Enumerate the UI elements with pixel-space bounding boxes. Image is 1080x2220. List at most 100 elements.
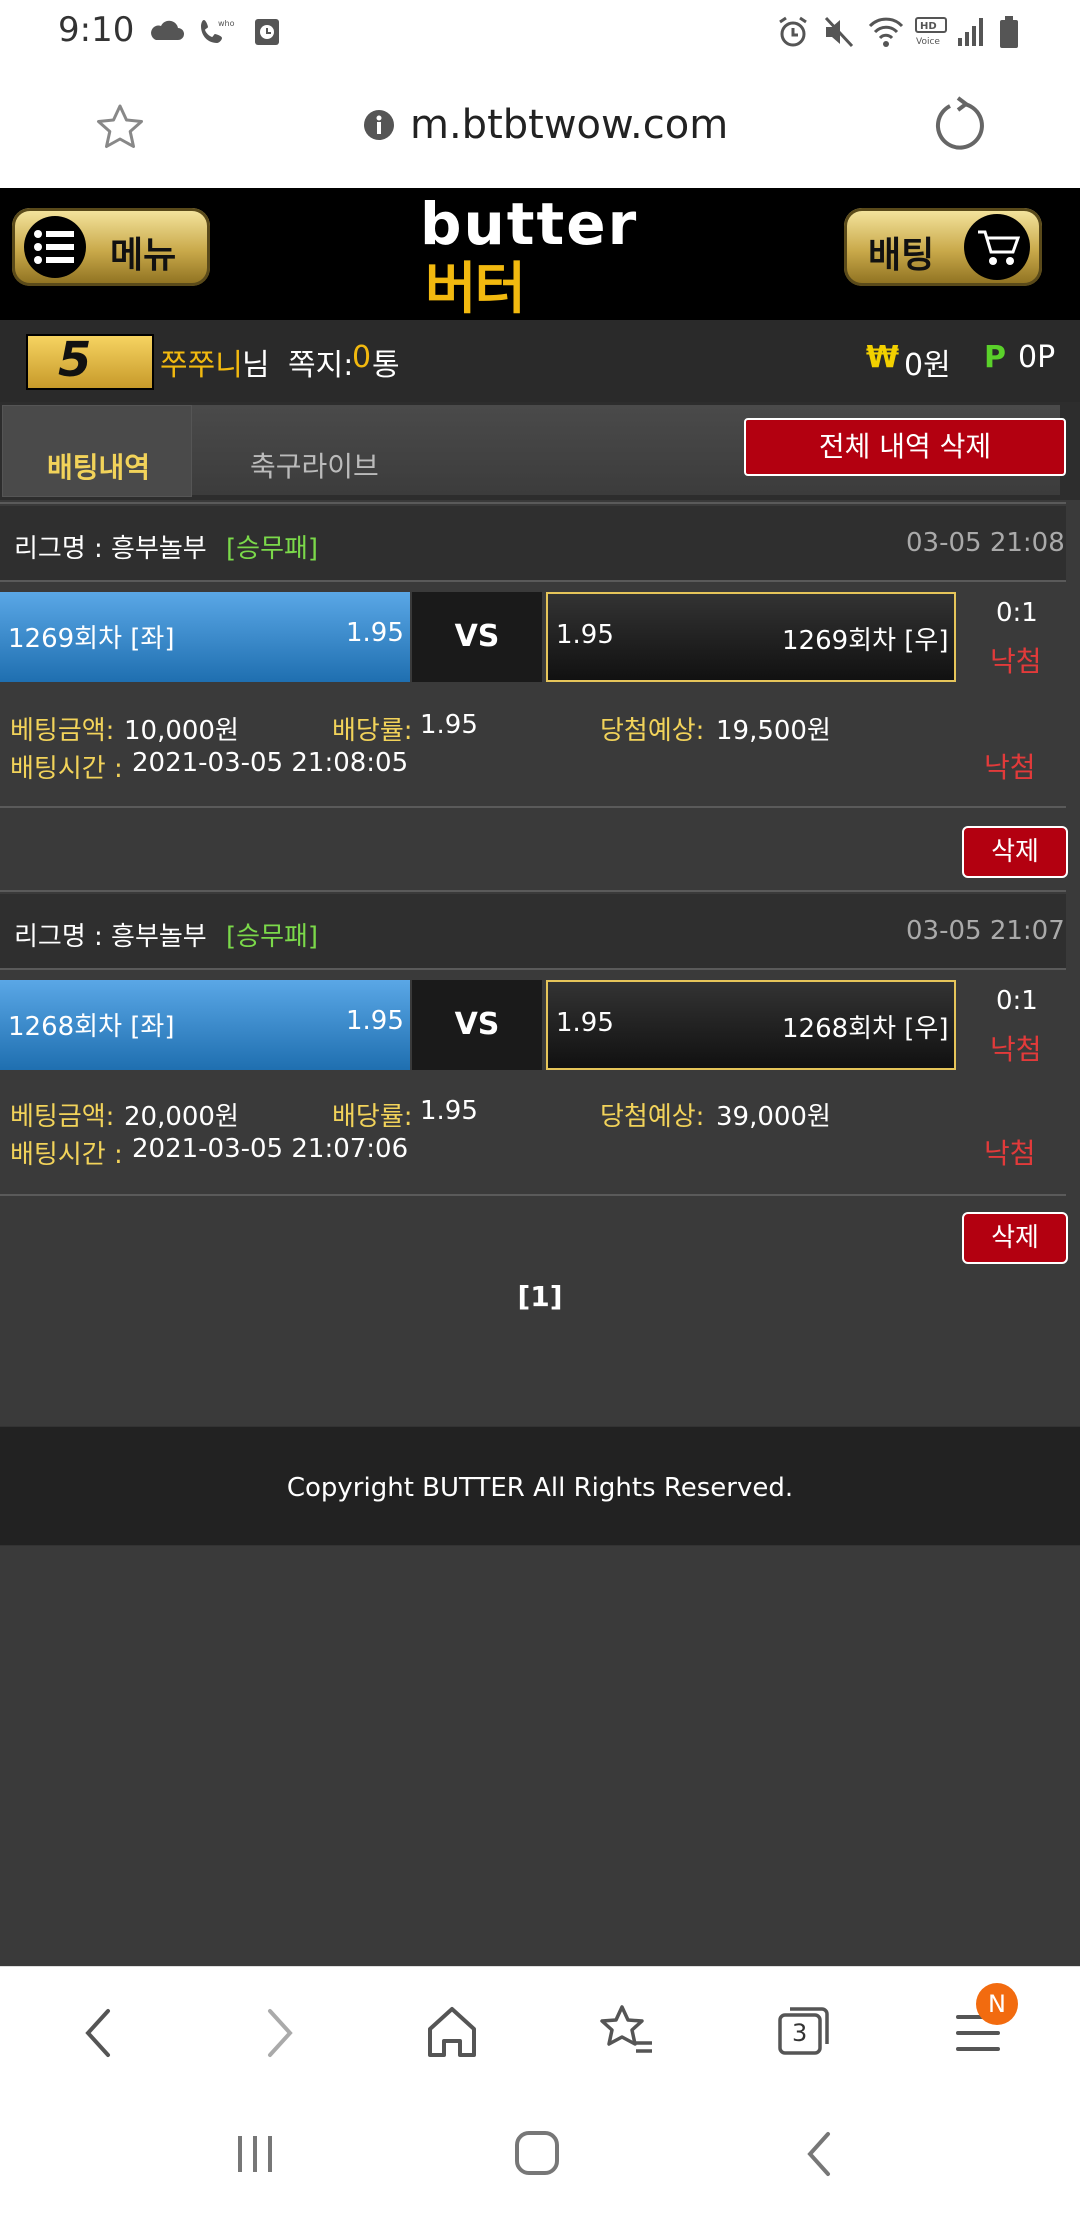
bet-datetime: 03-05 21:08: [906, 528, 1065, 558]
bookmarks-icon[interactable]: [598, 2001, 656, 2061]
match-score: 0:1: [996, 986, 1038, 1016]
home-button-icon[interactable]: [512, 2128, 562, 2178]
svg-text:HD: HD: [920, 21, 937, 32]
back-icon[interactable]: [76, 2005, 122, 2061]
points-value: 0P: [1018, 340, 1056, 375]
amount-label: 베팅금액:: [10, 1102, 115, 1132]
svg-text:who: who: [218, 19, 235, 28]
status-bar: 9:10 who HD Voice: [0, 0, 1080, 64]
clock-app-icon: [255, 19, 279, 45]
league-row: 리그명 : 흥부놀부 [승무패] 03-05 21:07: [0, 894, 1066, 968]
delete-bet-button[interactable]: 삭제: [962, 826, 1068, 878]
svg-text:Voice: Voice: [916, 37, 940, 47]
amount-value: 10,000원: [124, 716, 239, 746]
left-team-odds: 1.95: [346, 1006, 404, 1036]
match-result: 낙첨: [990, 645, 1042, 678]
signal-icon: [958, 18, 983, 46]
vs-label: VS: [412, 592, 542, 682]
expected-label: 당첨예상:: [600, 1102, 705, 1132]
menu-label: 메뉴: [110, 235, 177, 276]
expected-value: 39,000원: [716, 1102, 831, 1132]
left-team-cell: 1268회차 [좌] 1.95: [0, 980, 410, 1070]
divider: [0, 890, 1066, 892]
left-team-name: 1268회차 [좌]: [8, 1012, 175, 1042]
logo-bottom: 버터: [425, 257, 526, 322]
match-score: 0:1: [996, 598, 1038, 628]
league-tag: [승무패]: [226, 534, 319, 564]
betting-cart-button[interactable]: 배팅: [844, 208, 1042, 286]
divider: [0, 502, 1066, 504]
wifi-icon: [868, 17, 904, 47]
page-link-1[interactable]: [1]: [517, 1280, 562, 1313]
right-team-cell: 1.95 1269회차 [우]: [546, 592, 956, 682]
recent-apps-icon[interactable]: [232, 2132, 278, 2176]
divider: [0, 580, 1066, 582]
url-text[interactable]: m.btbtwow.com: [410, 102, 728, 148]
messages-count[interactable]: 0: [352, 340, 371, 375]
right-team-odds: 1.95: [556, 1008, 614, 1038]
delete-bet-button[interactable]: 삭제: [962, 1212, 1068, 1264]
divider: [0, 968, 1066, 970]
notification-badge: N: [976, 1983, 1018, 2025]
rate-value: 1.95: [420, 710, 478, 740]
list-icon: [24, 216, 86, 278]
money-value: 0원: [904, 348, 951, 383]
right-team-name: 1268회차 [우]: [782, 1014, 949, 1044]
amount-value: 20,000원: [124, 1102, 239, 1132]
system-nav-bar: [0, 2098, 1080, 2220]
menu-button[interactable]: 메뉴: [12, 208, 210, 286]
status-time: 9:10: [58, 10, 135, 50]
left-team-cell: 1269회차 [좌] 1.95: [0, 592, 410, 682]
reload-icon[interactable]: [932, 96, 986, 156]
bet-datetime: 03-05 21:07: [906, 916, 1065, 946]
cloud-icon: [151, 20, 184, 40]
bookmark-star-icon[interactable]: [92, 100, 148, 156]
pagination: [1]: [0, 1280, 1080, 1313]
mute-icon: [824, 16, 854, 48]
rate-label: 배당률:: [332, 716, 413, 746]
messages-unit: 통: [372, 348, 400, 383]
expected-label: 당첨예상:: [600, 716, 705, 746]
points-icon: P: [984, 340, 1006, 375]
messages-label[interactable]: 쪽지:: [288, 340, 353, 384]
vs-label: VS: [412, 980, 542, 1070]
league-tag: [승무패]: [226, 922, 319, 952]
user-suffix: 님: [242, 348, 270, 383]
delete-all-button[interactable]: 전체 내역 삭제: [744, 418, 1066, 476]
bet-time-label: 배팅시간 :: [10, 754, 123, 784]
bet-label: 배팅: [868, 235, 935, 276]
league-row: 리그명 : 흥부놀부 [승무패] 03-05 21:08: [0, 506, 1066, 580]
rate-label: 배당률:: [332, 1102, 413, 1132]
battery-icon: [1000, 16, 1018, 48]
bet-time-value: 2021-03-05 21:08:05: [132, 748, 409, 778]
user-name: 쭈쭈니: [160, 348, 243, 383]
money-icon: ₩: [866, 340, 900, 375]
alarm-icon: [779, 16, 807, 47]
tabs-count: 3: [792, 2019, 808, 2047]
tab-betting-history[interactable]: 배팅내역: [2, 405, 192, 497]
system-back-icon[interactable]: [800, 2130, 840, 2178]
browser-toolbar: 3 N: [0, 1966, 1080, 2099]
right-team-odds: 1.95: [556, 620, 614, 650]
divider: [0, 806, 1066, 808]
left-team-odds: 1.95: [346, 618, 404, 648]
call-app-icon: who: [201, 19, 235, 43]
expected-value: 19,500원: [716, 716, 831, 746]
right-team-name: 1269회차 [우]: [782, 626, 949, 656]
forward-icon[interactable]: [256, 2005, 302, 2061]
bet-status: 낙첨: [984, 1137, 1036, 1170]
divider: [0, 1194, 1066, 1196]
home-icon[interactable]: [424, 2003, 480, 2061]
level-badge: 5: [26, 332, 154, 390]
left-team-name: 1269회차 [좌]: [8, 624, 175, 654]
hd-voice-icon: HD Voice: [915, 17, 947, 47]
site-footer: Copyright BUTTER All Rights Reserved.: [0, 1426, 1080, 1546]
rate-value: 1.95: [420, 1096, 478, 1126]
copyright-text: Copyright BUTTER All Rights Reserved.: [286, 1473, 794, 1503]
right-team-cell: 1.95 1268회차 [우]: [546, 980, 956, 1070]
cart-icon: [964, 214, 1030, 280]
bet-time-value: 2021-03-05 21:07:06: [132, 1134, 409, 1164]
site-info-icon[interactable]: [362, 108, 396, 142]
league-name: 리그명 : 흥부놀부: [14, 922, 207, 952]
bet-time-label: 배팅시간 :: [10, 1140, 123, 1170]
